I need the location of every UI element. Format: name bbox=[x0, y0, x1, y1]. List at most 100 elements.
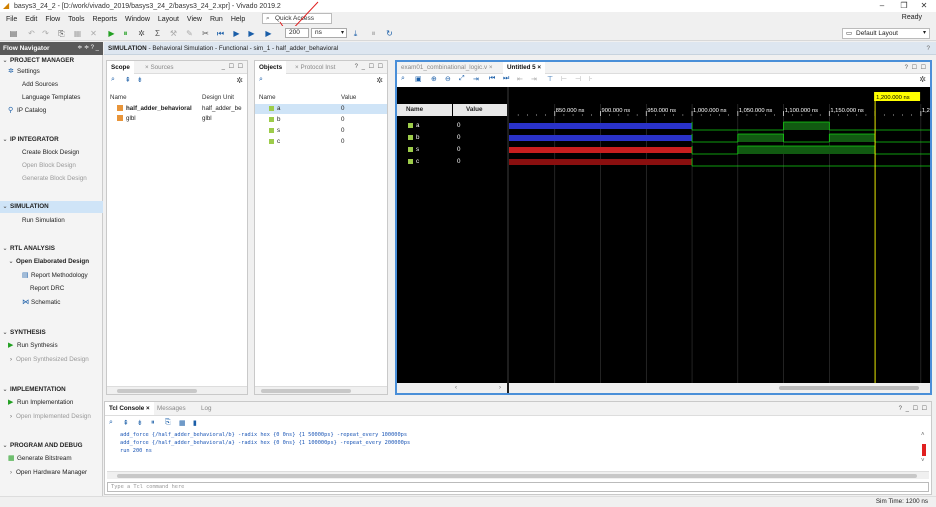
navigator-controls[interactable]: ≑ ≑ ? _ bbox=[77, 42, 99, 55]
run-time-input[interactable]: 200 bbox=[285, 28, 309, 38]
nav-item-generate-block-design[interactable]: Generate Block Design bbox=[0, 173, 103, 185]
horizontal-scrollbar[interactable] bbox=[107, 471, 929, 479]
step-icon[interactable]: ▶ bbox=[263, 28, 274, 39]
run-program-icon[interactable]: ⏸ bbox=[120, 28, 131, 39]
panel-controls[interactable]: ? _ ☐ ☐ bbox=[899, 402, 928, 416]
panel-controls[interactable]: ? ☐ ☐ bbox=[905, 62, 927, 74]
prev-marker-icon[interactable]: ⊢ bbox=[561, 75, 567, 83]
chevron-down-icon[interactable]: ⌄ bbox=[0, 327, 10, 339]
table-icon[interactable]: ▦ bbox=[179, 419, 186, 427]
zoom-in-icon[interactable]: ⊕ bbox=[431, 75, 437, 83]
run-for-icon[interactable]: ▶ bbox=[246, 28, 257, 39]
chevron-right-icon[interactable]: › bbox=[6, 354, 16, 366]
nav-item-synthesis[interactable]: ⌄ SYNTHESIS bbox=[0, 327, 103, 339]
wave-signal-row[interactable]: a bbox=[397, 121, 452, 131]
chevron-right-icon[interactable]: › bbox=[6, 467, 16, 479]
pause-output-icon[interactable]: ⏸ bbox=[151, 419, 155, 427]
menu-file[interactable]: File bbox=[6, 16, 17, 23]
panel-controls[interactable]: ? _ ☐ ☐ bbox=[355, 61, 384, 74]
tcl-command-input[interactable]: Type a Tcl command here bbox=[107, 482, 929, 492]
collapse-all-icon[interactable]: ⇞ bbox=[125, 76, 131, 84]
clear-icon[interactable]: ▮ bbox=[193, 419, 197, 427]
delete-icon[interactable]: ✕ bbox=[88, 28, 99, 39]
swap-cursor-icon[interactable]: ⊦ bbox=[589, 75, 593, 83]
add-marker-icon[interactable]: ⊤ bbox=[547, 75, 553, 83]
chevron-down-icon[interactable]: ⌄ bbox=[0, 440, 10, 452]
go-to-start-icon[interactable]: ⏮ bbox=[489, 75, 495, 83]
nav-item-open-hardware-manager[interactable]: › Open Hardware Manager bbox=[0, 467, 103, 479]
object-row[interactable]: c0 bbox=[255, 137, 387, 147]
nav-item-implementation[interactable]: ⌄ IMPLEMENTATION bbox=[0, 384, 103, 396]
menu-reports[interactable]: Reports bbox=[92, 16, 117, 23]
search-icon[interactable]: ⌕ bbox=[259, 76, 263, 84]
gear-icon[interactable]: ✲ bbox=[919, 75, 926, 84]
copy-icon[interactable]: ⎘ bbox=[165, 419, 171, 427]
nav-item-program-and-debug[interactable]: ⌄ PROGRAM AND DEBUG bbox=[0, 440, 103, 452]
nav-item-ip-catalog[interactable]: ⚲ IP Catalog bbox=[0, 105, 103, 117]
chevron-down-icon[interactable]: ⌄ bbox=[6, 256, 16, 268]
run-unit-select[interactable]: ns ▾ bbox=[311, 28, 347, 38]
zoom-fit-icon[interactable]: ⤢ bbox=[459, 75, 465, 83]
close-icon[interactable]: ✕ bbox=[914, 0, 934, 12]
panel-controls[interactable]: _ ☐ ☐ bbox=[222, 61, 244, 74]
menu-window[interactable]: Window bbox=[125, 16, 150, 23]
nav-item-open-elaborated-design[interactable]: ⌄ Open Elaborated Design bbox=[0, 256, 103, 268]
chevron-right-icon[interactable]: › bbox=[6, 411, 16, 423]
search-icon[interactable]: ⌕ bbox=[109, 419, 113, 427]
redo-icon[interactable]: ↷ bbox=[40, 28, 51, 39]
close-icon[interactable]: × bbox=[487, 64, 493, 71]
go-to-end-icon[interactable]: ⏭ bbox=[503, 75, 509, 83]
nav-item-run-synthesis[interactable]: ▶ Run Synthesis bbox=[0, 340, 103, 352]
menu-view[interactable]: View bbox=[187, 16, 202, 23]
tab-objects[interactable]: Objects bbox=[255, 61, 287, 74]
search-icon[interactable]: ⌕ bbox=[111, 76, 115, 84]
layout-select[interactable]: ▭ Default Layout ▾ bbox=[842, 28, 930, 39]
nav-item-open-block-design[interactable]: Open Block Design bbox=[0, 160, 103, 172]
restart-icon[interactable]: ⏮ bbox=[215, 28, 226, 39]
nav-item-open-synthesized-design[interactable]: › Open Synthesized Design bbox=[0, 354, 103, 366]
nav-item-add-sources[interactable]: Add Sources bbox=[0, 79, 103, 91]
project-icon[interactable]: ▤ bbox=[8, 28, 19, 39]
gear-icon[interactable]: ✲ bbox=[376, 76, 383, 85]
wave-name-scrollbar[interactable]: ‹ › bbox=[397, 383, 507, 393]
nav-item-report-drc[interactable]: Report DRC bbox=[0, 283, 103, 295]
tab-sources[interactable]: × Sources bbox=[141, 61, 178, 74]
object-row[interactable]: b0 bbox=[255, 115, 387, 125]
scope-row[interactable]: half_adder_behavioral half_adder_be bbox=[107, 104, 247, 114]
nav-item-ip-integrator[interactable]: ⌄ IP INTEGRATOR bbox=[0, 134, 103, 146]
gear-icon[interactable]: ✲ bbox=[236, 76, 243, 85]
chevron-down-icon[interactable]: ⌄ bbox=[0, 134, 10, 146]
tab-scope[interactable]: Scope bbox=[107, 61, 134, 74]
step-into-icon[interactable]: ⤓ bbox=[350, 28, 361, 39]
wave-signal-row[interactable]: c bbox=[397, 157, 452, 167]
nav-item-simulation[interactable]: ⌄ SIMULATION bbox=[0, 201, 103, 213]
wand-icon[interactable]: ⚒ bbox=[168, 28, 179, 39]
expand-icon[interactable]: ⇟ bbox=[137, 419, 143, 427]
menu-run[interactable]: Run bbox=[210, 16, 223, 23]
prev-transition-icon[interactable]: ⇤ bbox=[517, 75, 523, 83]
object-row[interactable]: s0 bbox=[255, 126, 387, 136]
collapse-icon[interactable]: ⇞ bbox=[123, 419, 129, 427]
nav-item-run-implementation[interactable]: ▶ Run Implementation bbox=[0, 397, 103, 409]
waveform-graph[interactable]: 850.000 ns 900.000 ns 950.000 ns 1,000.000 … bbox=[509, 87, 930, 393]
zoom-out-icon[interactable]: ⊖ bbox=[445, 75, 451, 83]
pause-icon[interactable]: ⏸ bbox=[368, 28, 379, 39]
tab-tcl-console[interactable]: Tcl Console × bbox=[105, 402, 154, 415]
chevron-down-icon[interactable]: ⌄ bbox=[0, 201, 10, 213]
tab-protocol-instances[interactable]: × Protocol Inst bbox=[291, 61, 339, 74]
tab-log[interactable]: Log bbox=[197, 402, 216, 415]
cut-icon[interactable]: ✂ bbox=[200, 28, 211, 39]
close-icon[interactable]: × bbox=[144, 405, 150, 412]
chevron-down-icon[interactable]: ⌄ bbox=[0, 384, 10, 396]
nav-item-report-methodology[interactable]: ▤ Report Methodology bbox=[0, 270, 103, 282]
undo-icon[interactable]: ↶ bbox=[26, 28, 37, 39]
nav-item-rtl-analysis[interactable]: ⌄ RTL ANALYSIS bbox=[0, 243, 103, 255]
wave-horizontal-scrollbar[interactable] bbox=[509, 383, 930, 393]
menu-help[interactable]: Help bbox=[231, 16, 245, 23]
help-icon[interactable]: ? bbox=[926, 42, 930, 55]
relaunch-icon[interactable]: ↻ bbox=[384, 28, 395, 39]
search-icon[interactable]: ⌕ bbox=[401, 75, 405, 83]
nav-item-open-implemented-design[interactable]: › Open Implemented Design bbox=[0, 411, 103, 423]
wave-signal-row[interactable]: s bbox=[397, 145, 452, 155]
nav-item-run-simulation[interactable]: Run Simulation bbox=[0, 215, 103, 227]
